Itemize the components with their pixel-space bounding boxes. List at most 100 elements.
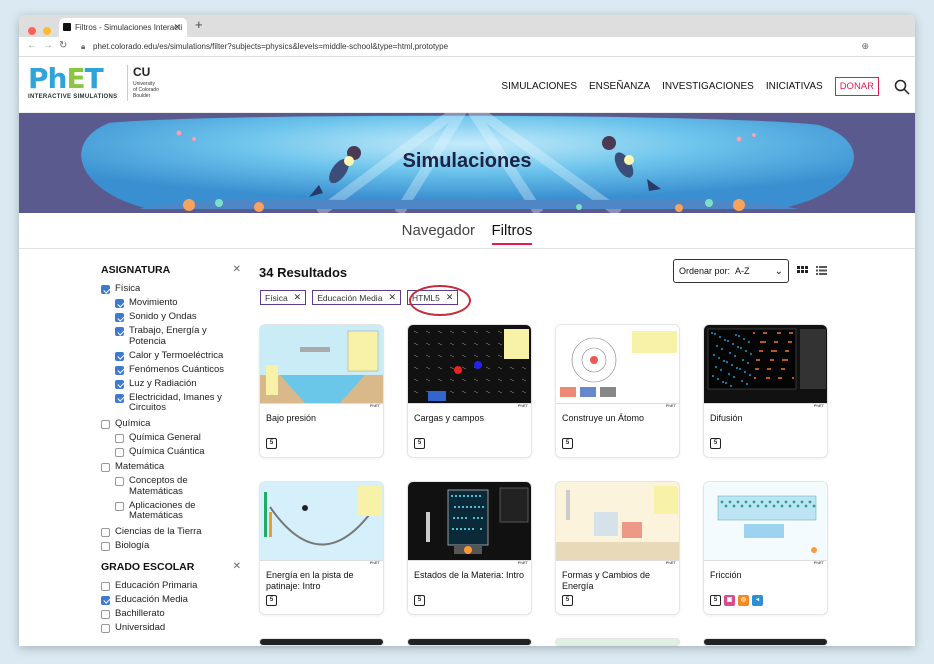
browser-tab[interactable]: Filtros - Simulaciones Interacti ✕ (59, 18, 187, 37)
nav-ensenanza[interactable]: ENSEÑANZA (589, 81, 650, 92)
subject-option[interactable]: Movimiento (115, 297, 241, 309)
subject-option[interactable]: Calor y Termoeléctrica (115, 350, 241, 362)
nav-simulaciones[interactable]: SIMULACIONES (501, 81, 577, 92)
simulation-title[interactable]: Energía en la pista de patinaje: Intro (260, 565, 383, 595)
checkbox[interactable] (101, 285, 110, 294)
simulation-card-partial[interactable] (703, 638, 828, 646)
subject-option[interactable]: Fenómenos Cuánticos (115, 364, 241, 376)
subject-option[interactable]: Sonido y Ondas (115, 311, 241, 323)
simulation-card[interactable]: Estados de la Materia: Intro5 (407, 481, 532, 615)
simulation-title[interactable]: Difusión (704, 408, 827, 438)
subject-option[interactable]: Luz y Radiación (115, 378, 241, 390)
phet-logo[interactable]: PhET INTERACTIVE SIMULATIONS (28, 65, 117, 101)
grid-view-icon[interactable] (797, 266, 808, 276)
simulation-title[interactable]: Bajo presión (260, 408, 383, 438)
simulation-card[interactable]: Cargas y campos5 (407, 324, 532, 458)
simulation-thumbnail[interactable] (704, 325, 827, 408)
clear-grade-icon[interactable]: ✕ (233, 561, 241, 573)
checkbox[interactable] (115, 477, 124, 486)
simulation-title[interactable]: Estados de la Materia: Intro (408, 565, 531, 595)
checkbox[interactable] (101, 527, 110, 537)
lock-icon: 🔒︎ (81, 42, 86, 51)
simulation-thumbnail[interactable] (556, 482, 679, 565)
simulation-title[interactable]: Fricción (704, 565, 827, 595)
forward-arrow-icon[interactable]: → (43, 40, 53, 51)
subject-option[interactable]: Matemática (101, 461, 241, 473)
url-input[interactable]: 🔒︎ phet.colorado.edu/es/simulations/filt… (79, 39, 909, 54)
checkbox[interactable] (101, 623, 110, 633)
simulation-card-partial[interactable] (555, 638, 680, 646)
simulation-card-partial[interactable] (407, 638, 532, 646)
cu-boulder-logo[interactable]: CU University of Colorado Boulder (127, 65, 159, 101)
remove-chip-icon[interactable]: ✕ (294, 292, 302, 303)
checkbox[interactable] (101, 541, 110, 551)
back-arrow-icon[interactable]: ← (27, 40, 37, 51)
subject-option[interactable]: Química (101, 418, 241, 430)
checkbox[interactable] (115, 327, 124, 336)
checkbox[interactable] (115, 313, 124, 322)
zoom-icon[interactable]: ⊕ (861, 39, 869, 54)
simulation-card[interactable]: Bajo presión5 (259, 324, 384, 458)
simulation-thumbnail[interactable] (408, 482, 531, 565)
simulation-title[interactable]: Construye un Átomo (556, 408, 679, 438)
tab-filtros[interactable]: Filtros (491, 222, 533, 245)
simulation-thumbnail[interactable] (260, 482, 383, 565)
close-window-button[interactable] (28, 27, 36, 35)
simulation-card[interactable]: Formas y Cambios de Energía5 (555, 481, 680, 615)
subject-option[interactable]: Química Cuántica (115, 446, 241, 458)
grade-option[interactable]: Universidad (101, 622, 241, 634)
subject-option[interactable]: Conceptos de Matemáticas (115, 475, 241, 497)
list-view-icon[interactable] (816, 266, 827, 276)
simulation-thumbnail[interactable] (408, 325, 531, 408)
grade-option[interactable]: Bachillerato (101, 608, 241, 620)
url-text: phet.colorado.edu/es/simulations/filter?… (93, 42, 449, 51)
subject-option[interactable]: Trabajo, Energía y Potencia (115, 325, 241, 347)
minimize-window-button[interactable] (43, 27, 52, 35)
subject-option[interactable]: Física (101, 283, 241, 295)
checkbox[interactable] (115, 379, 124, 389)
checkbox[interactable] (101, 581, 110, 591)
tab-navegador[interactable]: Navegador (402, 222, 475, 243)
grade-option[interactable]: Educación Primaria (101, 580, 241, 592)
simulation-title[interactable]: Cargas y campos (408, 408, 531, 438)
checkbox[interactable] (115, 365, 124, 375)
simulation-card[interactable]: Difusión5 (703, 324, 828, 458)
checkbox[interactable] (115, 433, 124, 443)
donate-button[interactable]: DONAR (834, 77, 879, 96)
checkbox[interactable] (115, 393, 124, 403)
reload-icon[interactable]: ↻ (59, 40, 67, 51)
checkbox[interactable] (101, 463, 110, 472)
subject-option[interactable]: Electricidad, Imanes y Circuitos (115, 392, 241, 414)
nav-iniciativas[interactable]: INICIATIVAS (766, 81, 823, 92)
subject-option[interactable]: Aplicaciones de Matemáticas (115, 500, 241, 522)
subject-option[interactable]: Química General (115, 432, 241, 444)
simulation-thumbnail[interactable] (704, 482, 827, 565)
html5-icon: 5 (562, 595, 573, 606)
checkbox[interactable] (115, 501, 124, 511)
checkbox[interactable] (115, 299, 124, 308)
checkbox[interactable] (115, 351, 124, 361)
checkbox[interactable] (115, 447, 124, 457)
simulation-card[interactable]: Energía en la pista de patinaje: Intro5 (259, 481, 384, 615)
remove-chip-icon[interactable]: ✕ (388, 292, 396, 303)
chip-educacion-media[interactable]: Educación Media ✕ (312, 290, 401, 305)
simulation-card[interactable]: Fricción5▣◎◂ (703, 481, 828, 615)
sort-select[interactable]: Ordenar por: A-Z ⌄ (673, 259, 789, 283)
grade-option[interactable]: Educación Media (101, 594, 241, 606)
simulation-thumbnail[interactable] (556, 325, 679, 408)
simulation-title[interactable]: Formas y Cambios de Energía (556, 565, 679, 595)
subject-option[interactable]: Ciencias de la Tierra (101, 526, 241, 538)
simulation-thumbnail[interactable] (260, 325, 383, 408)
close-tab-icon[interactable]: ✕ (173, 18, 181, 37)
new-tab-button[interactable]: + (195, 17, 203, 32)
simulation-card-partial[interactable] (259, 638, 384, 646)
nav-investigaciones[interactable]: INVESTIGACIONES (662, 81, 754, 92)
chip-fisica[interactable]: Física ✕ (260, 290, 307, 305)
checkbox[interactable] (101, 595, 110, 605)
checkbox[interactable] (101, 609, 110, 619)
search-icon[interactable] (893, 78, 911, 96)
checkbox[interactable] (101, 419, 110, 429)
simulation-card[interactable]: Construye un Átomo5 (555, 324, 680, 458)
clear-subject-icon[interactable]: ✕ (233, 264, 241, 276)
subject-option[interactable]: Biología (101, 540, 241, 552)
